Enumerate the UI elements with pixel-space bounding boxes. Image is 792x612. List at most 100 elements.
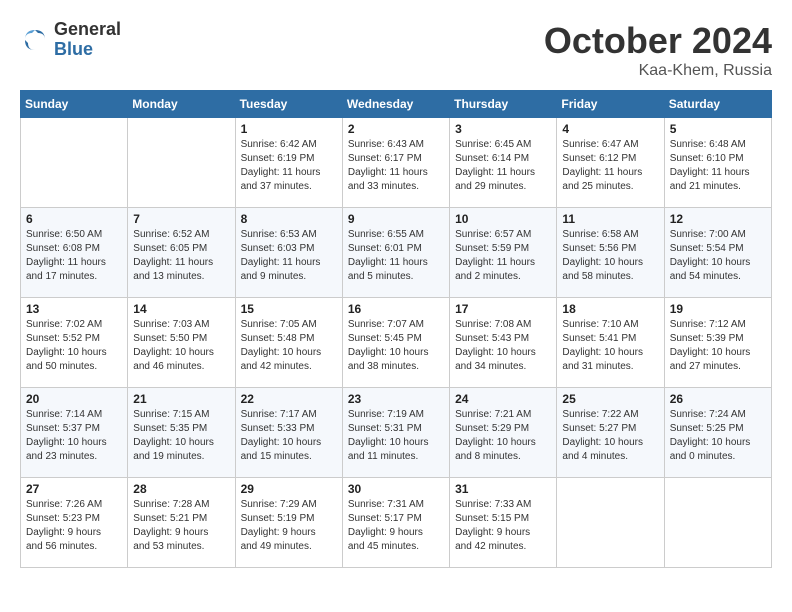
logo-text: General Blue [54, 20, 121, 60]
day-info: Sunrise: 7:12 AM Sunset: 5:39 PM Dayligh… [670, 318, 766, 374]
calendar-table: SundayMondayTuesdayWednesdayThursdayFrid… [20, 90, 772, 568]
calendar-cell: 27 Sunrise: 7:26 AM Sunset: 5:23 PM Dayli… [21, 478, 128, 568]
day-number: 7 [133, 212, 229, 226]
day-info: Sunrise: 7:24 AM Sunset: 5:25 PM Dayligh… [670, 408, 766, 464]
calendar-cell: 10Sunrise: 6:57 AM Sunset: 5:59 PM Dayli… [450, 208, 557, 298]
day-info: Sunrise: 6:43 AM Sunset: 6:17 PM Dayligh… [348, 138, 444, 194]
calendar-cell [128, 118, 235, 208]
calendar-cell: 17Sunrise: 7:08 AM Sunset: 5:43 PM Dayli… [450, 298, 557, 388]
day-header-monday: Monday [128, 91, 235, 118]
day-number: 20 [26, 392, 122, 406]
day-info: Sunrise: 6:53 AM Sunset: 6:03 PM Dayligh… [241, 228, 337, 284]
day-info: Sunrise: 6:57 AM Sunset: 5:59 PM Dayligh… [455, 228, 551, 284]
day-number: 12 [670, 212, 766, 226]
day-info: Sunrise: 7:19 AM Sunset: 5:31 PM Dayligh… [348, 408, 444, 464]
calendar-cell: 28Sunrise: 7:28 AM Sunset: 5:21 PM Dayli… [128, 478, 235, 568]
title-block: October 2024 Kaa-Khem, Russia [544, 20, 772, 80]
day-info: Sunrise: 7:28 AM Sunset: 5:21 PM Dayligh… [133, 498, 229, 554]
day-header-thursday: Thursday [450, 91, 557, 118]
day-number: 9 [348, 212, 444, 226]
calendar-cell: 18 Sunrise: 7:10 AM Sunset: 5:41 PM Dayli… [557, 298, 664, 388]
calendar-cell: 12Sunrise: 7:00 AM Sunset: 5:54 PM Dayli… [664, 208, 771, 298]
calendar-cell: 5 Sunrise: 6:48 AM Sunset: 6:10 PM Daylig… [664, 118, 771, 208]
calendar-cell: 29 Sunrise: 7:29 AM Sunset: 5:19 PM Dayli… [235, 478, 342, 568]
day-number: 23 [348, 392, 444, 406]
calendar-cell: 11 Sunrise: 6:58 AM Sunset: 5:56 PM Dayli… [557, 208, 664, 298]
day-number: 25 [562, 392, 658, 406]
day-info: Sunrise: 6:42 AM Sunset: 6:19 PM Dayligh… [241, 138, 337, 194]
day-info: Sunrise: 7:31 AM Sunset: 5:17 PM Dayligh… [348, 498, 444, 554]
day-number: 3 [455, 122, 551, 136]
calendar-cell: 8 Sunrise: 6:53 AM Sunset: 6:03 PM Daylig… [235, 208, 342, 298]
day-info: Sunrise: 6:47 AM Sunset: 6:12 PM Dayligh… [562, 138, 658, 194]
logo-general: General [54, 20, 121, 40]
month-title: October 2024 [544, 20, 772, 62]
calendar-cell [557, 478, 664, 568]
day-info: Sunrise: 6:45 AM Sunset: 6:14 PM Dayligh… [455, 138, 551, 194]
calendar-cell: 30 Sunrise: 7:31 AM Sunset: 5:17 PM Dayli… [342, 478, 449, 568]
day-info: Sunrise: 7:21 AM Sunset: 5:29 PM Dayligh… [455, 408, 551, 464]
day-number: 18 [562, 302, 658, 316]
calendar-week-4: 20Sunrise: 7:14 AM Sunset: 5:37 PM Dayli… [21, 388, 772, 478]
logo-blue: Blue [54, 40, 121, 60]
day-info: Sunrise: 7:07 AM Sunset: 5:45 PM Dayligh… [348, 318, 444, 374]
day-info: Sunrise: 7:03 AM Sunset: 5:50 PM Dayligh… [133, 318, 229, 374]
day-number: 29 [241, 482, 337, 496]
calendar-cell: 22 Sunrise: 7:17 AM Sunset: 5:33 PM Dayli… [235, 388, 342, 478]
day-number: 21 [133, 392, 229, 406]
day-number: 19 [670, 302, 766, 316]
calendar-cell: 25Sunrise: 7:22 AM Sunset: 5:27 PM Dayli… [557, 388, 664, 478]
calendar-cell: 3 Sunrise: 6:45 AM Sunset: 6:14 PM Daylig… [450, 118, 557, 208]
day-info: Sunrise: 7:05 AM Sunset: 5:48 PM Dayligh… [241, 318, 337, 374]
calendar-cell: 6 Sunrise: 6:50 AM Sunset: 6:08 PM Daylig… [21, 208, 128, 298]
day-info: Sunrise: 6:48 AM Sunset: 6:10 PM Dayligh… [670, 138, 766, 194]
calendar-cell: 15 Sunrise: 7:05 AM Sunset: 5:48 PM Dayli… [235, 298, 342, 388]
day-info: Sunrise: 6:55 AM Sunset: 6:01 PM Dayligh… [348, 228, 444, 284]
day-number: 15 [241, 302, 337, 316]
day-header-friday: Friday [557, 91, 664, 118]
day-number: 1 [241, 122, 337, 136]
calendar-cell: 23 Sunrise: 7:19 AM Sunset: 5:31 PM Dayli… [342, 388, 449, 478]
day-info: Sunrise: 7:26 AM Sunset: 5:23 PM Dayligh… [26, 498, 122, 554]
calendar-header-row: SundayMondayTuesdayWednesdayThursdayFrid… [21, 91, 772, 118]
calendar-cell: 16Sunrise: 7:07 AM Sunset: 5:45 PM Dayli… [342, 298, 449, 388]
page-header: General Blue October 2024 Kaa-Khem, Russ… [20, 20, 772, 80]
day-info: Sunrise: 7:29 AM Sunset: 5:19 PM Dayligh… [241, 498, 337, 554]
day-header-tuesday: Tuesday [235, 91, 342, 118]
day-number: 26 [670, 392, 766, 406]
calendar-cell: 14Sunrise: 7:03 AM Sunset: 5:50 PM Dayli… [128, 298, 235, 388]
day-header-sunday: Sunday [21, 91, 128, 118]
calendar-cell: 2Sunrise: 6:43 AM Sunset: 6:17 PM Daylig… [342, 118, 449, 208]
logo-icon [20, 25, 50, 55]
day-number: 17 [455, 302, 551, 316]
calendar-cell: 4Sunrise: 6:47 AM Sunset: 6:12 PM Daylig… [557, 118, 664, 208]
day-number: 22 [241, 392, 337, 406]
calendar-cell: 21Sunrise: 7:15 AM Sunset: 5:35 PM Dayli… [128, 388, 235, 478]
day-info: Sunrise: 6:52 AM Sunset: 6:05 PM Dayligh… [133, 228, 229, 284]
day-number: 11 [562, 212, 658, 226]
calendar-cell: 20Sunrise: 7:14 AM Sunset: 5:37 PM Dayli… [21, 388, 128, 478]
day-number: 24 [455, 392, 551, 406]
calendar-cell: 9 Sunrise: 6:55 AM Sunset: 6:01 PM Daylig… [342, 208, 449, 298]
calendar-week-3: 13Sunrise: 7:02 AM Sunset: 5:52 PM Dayli… [21, 298, 772, 388]
day-info: Sunrise: 7:17 AM Sunset: 5:33 PM Dayligh… [241, 408, 337, 464]
calendar-week-5: 27 Sunrise: 7:26 AM Sunset: 5:23 PM Dayli… [21, 478, 772, 568]
calendar-cell: 7 Sunrise: 6:52 AM Sunset: 6:05 PM Daylig… [128, 208, 235, 298]
calendar-body: 1 Sunrise: 6:42 AM Sunset: 6:19 PM Daylig… [21, 118, 772, 568]
day-info: Sunrise: 6:58 AM Sunset: 5:56 PM Dayligh… [562, 228, 658, 284]
day-number: 31 [455, 482, 551, 496]
day-info: Sunrise: 7:10 AM Sunset: 5:41 PM Dayligh… [562, 318, 658, 374]
calendar-week-2: 6 Sunrise: 6:50 AM Sunset: 6:08 PM Daylig… [21, 208, 772, 298]
day-number: 8 [241, 212, 337, 226]
location: Kaa-Khem, Russia [544, 62, 772, 80]
calendar-cell: 26 Sunrise: 7:24 AM Sunset: 5:25 PM Dayli… [664, 388, 771, 478]
day-number: 13 [26, 302, 122, 316]
day-number: 6 [26, 212, 122, 226]
calendar-cell [664, 478, 771, 568]
day-number: 5 [670, 122, 766, 136]
day-number: 30 [348, 482, 444, 496]
calendar-cell: 31Sunrise: 7:33 AM Sunset: 5:15 PM Dayli… [450, 478, 557, 568]
day-info: Sunrise: 6:50 AM Sunset: 6:08 PM Dayligh… [26, 228, 122, 284]
calendar-cell: 19 Sunrise: 7:12 AM Sunset: 5:39 PM Dayli… [664, 298, 771, 388]
day-number: 27 [26, 482, 122, 496]
